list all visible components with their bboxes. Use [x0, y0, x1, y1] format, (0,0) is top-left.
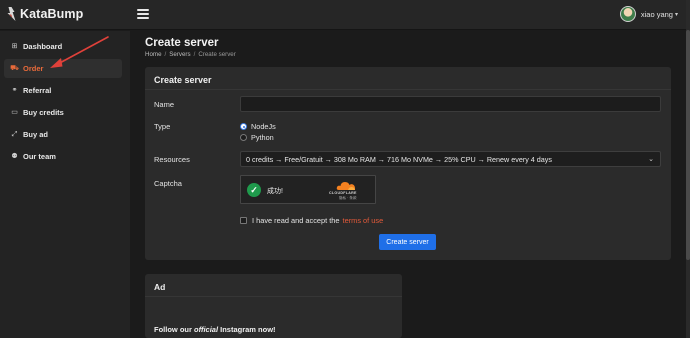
team-icon: ⚉: [11, 153, 18, 160]
breadcrumb-servers[interactable]: Servers: [169, 51, 190, 58]
brand-name: KataBump: [20, 7, 84, 21]
sidebar: ⊞ Dashboard ⛟ Order ⚭ Referral ▭ Buy cre…: [0, 31, 130, 338]
ad-text: Follow our official Instagram now!: [154, 325, 276, 334]
avatar: [619, 6, 636, 22]
captcha-status: 成功!: [267, 188, 283, 195]
type-label: Type: [154, 122, 171, 131]
resources-label: Resources: [154, 155, 190, 164]
ad-text-prefix: Follow our: [154, 325, 194, 334]
main-content: Create server Home / Servers / Create se…: [131, 31, 686, 338]
credit-card-icon: ▭: [11, 109, 18, 116]
ad-text-suffix: Instagram now!: [218, 325, 276, 334]
ad-text-emphasis: official: [194, 325, 219, 334]
brand[interactable]: KataBump: [7, 7, 83, 21]
cloudflare-brand: CLOUDFLARE: [329, 191, 357, 195]
create-server-button[interactable]: Create server: [379, 234, 436, 250]
expand-icon: ⤢: [11, 131, 18, 138]
breadcrumb-current: Create server: [198, 51, 236, 58]
card-title: Create server: [154, 75, 212, 85]
breadcrumb: Home / Servers / Create server: [145, 51, 236, 58]
radio-unselected-icon: [240, 134, 247, 141]
name-label: Name: [154, 100, 175, 109]
chevron-down-icon: ▾: [674, 11, 678, 18]
ad-card: Ad Follow our official Instagram now!: [145, 274, 402, 338]
user-menu[interactable]: xiao yang ▾: [619, 6, 678, 22]
menu-toggle-icon[interactable]: [137, 9, 149, 19]
sidebar-item-label: Dashboard: [23, 42, 63, 51]
sidebar-item-label: Order: [23, 64, 44, 73]
captcha-widget[interactable]: ✓ 成功! CLOUDFLARE 隐私 · 条款: [240, 175, 376, 204]
katabump-logo-icon: [7, 7, 16, 21]
type-radio-nodejs[interactable]: NodeJs: [240, 122, 276, 131]
user-name: xiao yang: [640, 9, 673, 19]
sidebar-item-label: Buy ad: [23, 130, 49, 139]
breadcrumb-separator: /: [164, 51, 167, 58]
chevron-down-icon: ⌄: [648, 156, 654, 163]
user-plus-icon: ⚭: [11, 87, 18, 94]
type-radio-python[interactable]: Python: [240, 133, 274, 142]
radio-label: Python: [251, 133, 274, 142]
sidebar-item-label: Our team: [23, 152, 56, 161]
sidebar-item-our-team[interactable]: ⚉ Our team: [4, 147, 122, 166]
page-title: Create server: [145, 37, 219, 49]
captcha-links[interactable]: 隐私 · 条款: [339, 196, 357, 201]
resources-selected-value: 0 credits → Free/Gratuit → 308 Mo RAM → …: [246, 154, 552, 164]
sidebar-item-referral[interactable]: ⚭ Referral: [4, 81, 122, 100]
scrollbar-thumb[interactable]: [686, 30, 690, 260]
checkmark-icon: ✓: [247, 183, 261, 197]
sidebar-item-label: Referral: [23, 86, 52, 95]
resources-select[interactable]: 0 credits → Free/Gratuit → 308 Mo RAM → …: [240, 151, 661, 167]
server-name-input[interactable]: [240, 96, 661, 112]
radio-selected-icon: [240, 123, 247, 130]
top-navbar: KataBump xiao yang ▾: [0, 0, 690, 30]
sidebar-item-label: Buy credits: [23, 108, 64, 117]
create-server-card: Create server Name Type NodeJs Python Re…: [145, 67, 671, 260]
terms-checkbox[interactable]: [240, 217, 247, 224]
terms-text: I have read and accept the: [252, 216, 340, 225]
sidebar-item-buy-ad[interactable]: ⤢ Buy ad: [4, 125, 122, 144]
sidebar-item-buy-credits[interactable]: ▭ Buy credits: [4, 103, 122, 122]
captcha-label: Captcha: [154, 179, 182, 188]
dashboard-icon: ⊞: [11, 43, 18, 50]
cloudflare-cloud-icon: [336, 182, 356, 190]
ad-title: Ad: [154, 282, 166, 292]
divider: [145, 89, 671, 90]
sidebar-item-dashboard[interactable]: ⊞ Dashboard: [4, 37, 122, 56]
terms-link[interactable]: terms of use: [343, 216, 384, 225]
terms-row: I have read and accept the terms of use: [240, 216, 383, 225]
sidebar-item-order[interactable]: ⛟ Order: [4, 59, 122, 78]
divider: [145, 296, 402, 297]
breadcrumb-separator: /: [193, 51, 196, 58]
cart-icon: ⛟: [10, 65, 19, 72]
radio-label: NodeJs: [251, 122, 276, 131]
breadcrumb-home[interactable]: Home: [145, 51, 162, 58]
